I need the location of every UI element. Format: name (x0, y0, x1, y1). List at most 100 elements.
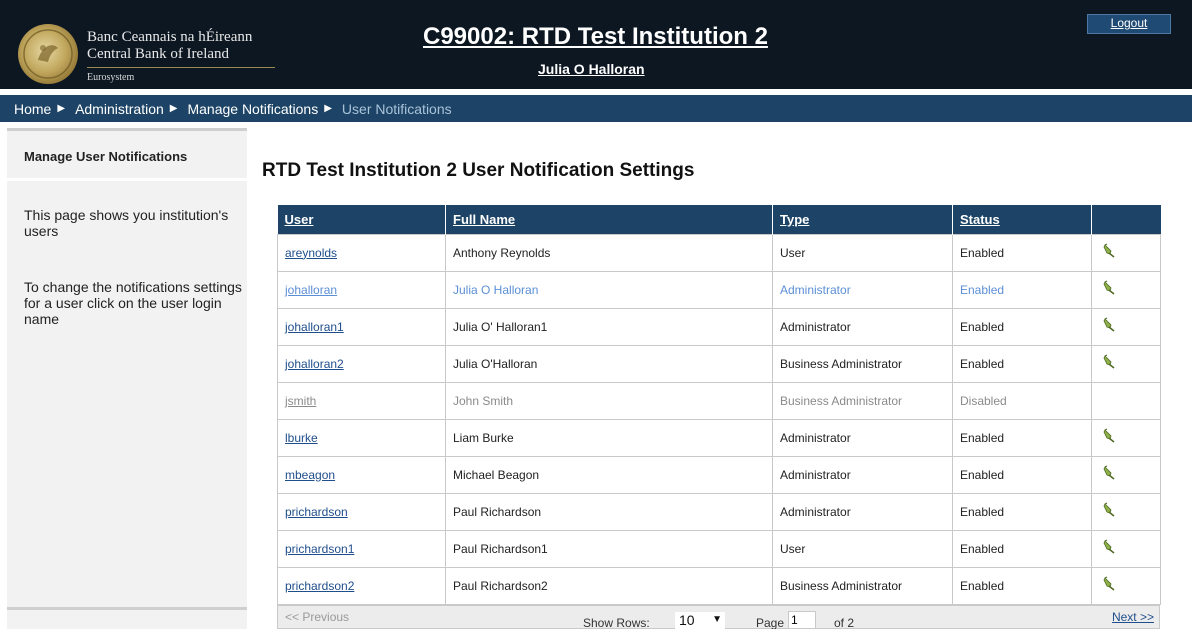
user-login-link[interactable]: johalloran2 (285, 357, 344, 371)
edit-icon[interactable] (1102, 539, 1116, 555)
cell-type: Business Administrator (772, 566, 953, 605)
user-login-link[interactable]: johalloran (285, 283, 337, 297)
page-number-input[interactable] (788, 611, 816, 629)
table-row: johalloran1 Julia O' Halloran1 Administrat… (277, 307, 1161, 346)
user-login-link[interactable]: prichardson (285, 505, 348, 519)
column-header-user[interactable]: User (277, 205, 446, 234)
cell-user: areynolds (277, 233, 446, 272)
breadcrumb: Home ▶ Administration ▶ Manage Notificat… (0, 95, 1192, 122)
cell-status: Enabled (952, 233, 1092, 272)
current-user-name[interactable]: Julia O Halloran (538, 61, 645, 77)
logo-divider (87, 67, 275, 68)
sidebar-title: Manage User Notifications (24, 149, 188, 164)
breadcrumb-home[interactable]: Home (14, 101, 51, 117)
edit-icon[interactable] (1102, 576, 1116, 592)
cell-actions (1091, 344, 1161, 383)
column-header-full-name[interactable]: Full Name (445, 205, 773, 234)
edit-icon[interactable] (1102, 317, 1116, 333)
column-header-actions (1091, 205, 1161, 234)
edit-icon[interactable] (1102, 243, 1116, 259)
breadcrumb-arrow-icon: ▶ (169, 103, 178, 114)
table-row: johalloran2 Julia O'Halloran Business Admi… (277, 344, 1161, 383)
sidebar-bottom-divider (7, 607, 247, 610)
column-header-type[interactable]: Type (772, 205, 953, 234)
breadcrumb-arrow-icon: ▶ (324, 103, 332, 114)
central-bank-logo-icon (18, 24, 78, 84)
cell-actions (1091, 270, 1161, 309)
user-login-link[interactable]: johalloran1 (285, 320, 344, 334)
cell-status: Enabled (952, 270, 1092, 309)
cell-actions (1091, 307, 1161, 346)
cell-type: User (772, 529, 953, 568)
logout-button[interactable]: Logout (1087, 14, 1171, 34)
cell-status: Enabled (952, 344, 1092, 383)
edit-icon[interactable] (1102, 354, 1116, 370)
cell-status: Enabled (952, 418, 1092, 457)
cell-status: Enabled (952, 455, 1092, 494)
cell-user: lburke (277, 418, 446, 457)
user-login-link[interactable]: prichardson1 (285, 542, 354, 556)
user-login-link[interactable]: lburke (285, 431, 318, 445)
sidebar: Manage User Notifications This page show… (7, 128, 247, 629)
cell-user: prichardson2 (277, 566, 446, 605)
cell-full-name: Paul Richardson (445, 492, 773, 531)
cell-user: prichardson1 (277, 529, 446, 568)
cell-status: Enabled (952, 566, 1092, 605)
dropdown-caret-icon: ▼ (712, 614, 722, 625)
page-header: Banc Ceannais na hÉireann Central Bank o… (0, 0, 1192, 89)
edit-icon[interactable] (1102, 502, 1116, 518)
breadcrumb-administration[interactable]: Administration (75, 101, 164, 117)
cell-full-name: Paul Richardson2 (445, 566, 773, 605)
user-login-link[interactable]: jsmith (285, 394, 316, 408)
cell-actions (1091, 233, 1161, 272)
table-row: mbeagon Michael Beagon Administrator Enable… (277, 455, 1161, 494)
cell-type: Administrator (772, 455, 953, 494)
show-rows-label: Show Rows: (583, 616, 650, 629)
user-login-link[interactable]: prichardson2 (285, 579, 354, 593)
page-title: RTD Test Institution 2 User Notification… (262, 160, 695, 181)
cell-full-name: John Smith (445, 381, 773, 420)
cell-status: Enabled (952, 529, 1092, 568)
table-row: prichardson Paul Richardson Administrator E… (277, 492, 1161, 531)
user-login-link[interactable]: areynolds (285, 246, 337, 260)
edit-icon[interactable] (1102, 428, 1116, 444)
sidebar-help-text: To change the notifications settings for… (24, 279, 242, 327)
next-page-link[interactable]: Next >> (1112, 610, 1154, 624)
cell-type: User (772, 233, 953, 272)
table-row: prichardson1 Paul Richardson1 User Enabled (277, 529, 1161, 568)
breadcrumb-manage-notifications[interactable]: Manage Notifications (187, 101, 318, 117)
cell-full-name: Michael Beagon (445, 455, 773, 494)
sidebar-help-text: This page shows you institution's users (24, 207, 229, 239)
user-login-link[interactable]: mbeagon (285, 468, 335, 482)
institution-title[interactable]: C99002: RTD Test Institution 2 (423, 23, 768, 51)
edit-icon[interactable] (1102, 465, 1116, 481)
sidebar-divider (7, 178, 247, 181)
rows-per-page-select[interactable]: 10 ▼ (675, 612, 725, 629)
cell-type: Business Administrator (772, 381, 953, 420)
cell-type: Business Administrator (772, 344, 953, 383)
cell-full-name: Liam Burke (445, 418, 773, 457)
cell-status: Enabled (952, 307, 1092, 346)
table-row: areynolds Anthony Reynolds User Enabled (277, 233, 1161, 272)
edit-icon[interactable] (1102, 280, 1116, 296)
cell-actions (1091, 381, 1161, 420)
cell-actions (1091, 418, 1161, 457)
table-row: prichardson2 Paul Richardson2 Business Adm… (277, 566, 1161, 605)
cell-user: jsmith (277, 381, 446, 420)
table-row: lburke Liam Burke Administrator Enabled (277, 418, 1161, 457)
user-notifications-table: User Full Name Type Status areynolds Anth… (277, 205, 1161, 605)
cell-status: Enabled (952, 492, 1092, 531)
cell-full-name: Anthony Reynolds (445, 233, 773, 272)
cell-full-name: Paul Richardson1 (445, 529, 773, 568)
previous-page-link: << Previous (285, 610, 350, 624)
cell-full-name: Julia O Halloran (445, 270, 773, 309)
cell-status: Disabled (952, 381, 1092, 420)
cell-type: Administrator (772, 270, 953, 309)
cell-actions (1091, 566, 1161, 605)
page-label: Page (756, 616, 785, 629)
cell-type: Administrator (772, 307, 953, 346)
rows-per-page-value: 10 (679, 612, 695, 628)
cell-full-name: Julia O' Halloran1 (445, 307, 773, 346)
page-count-label: of 2 (834, 616, 855, 629)
column-header-status[interactable]: Status (952, 205, 1092, 234)
